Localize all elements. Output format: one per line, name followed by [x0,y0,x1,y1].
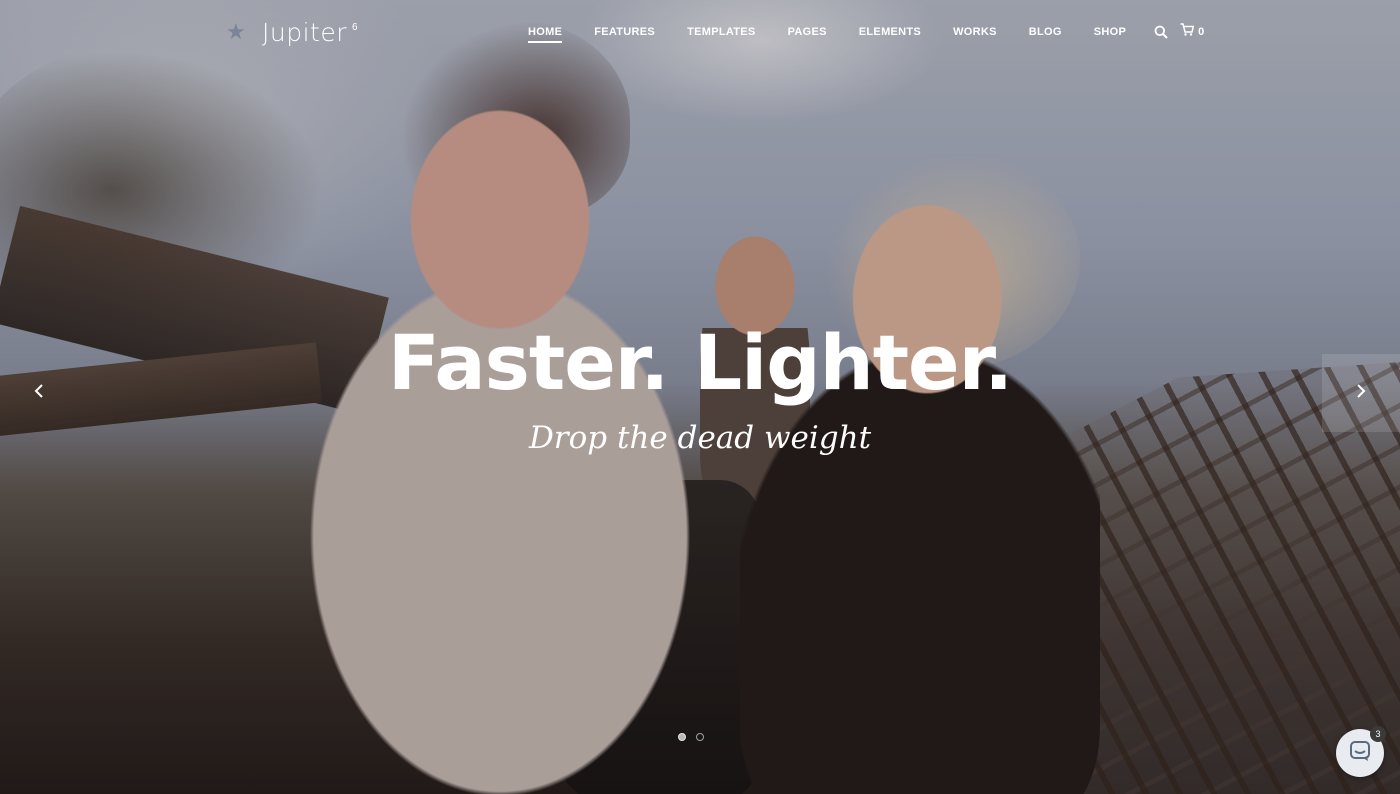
search-icon[interactable] [1154,20,1168,44]
nav-item-works[interactable]: WORKS [937,20,1013,44]
nav-item-blog[interactable]: BLOG [1013,20,1078,44]
cart-count: 0 [1198,26,1205,38]
slider-next-button[interactable] [1322,354,1400,432]
nav-item-pages[interactable]: PAGES [772,20,843,44]
nav-item-templates[interactable]: TEMPLATES [671,20,772,44]
chat-badge: 3 [1370,726,1386,742]
star-icon: ★ [226,19,246,44]
cart-button[interactable]: 0 [1180,20,1204,44]
slider-dot[interactable] [696,733,704,741]
chevron-right-icon [1356,383,1366,404]
slider-pagination [673,733,709,741]
slider-prev-button[interactable] [0,354,78,432]
logo[interactable]: ★ Jupiter 6 [226,16,358,48]
chat-icon [1349,740,1371,767]
nav-item-home[interactable]: HOME [512,20,578,44]
slider-dot[interactable] [678,733,686,741]
logo-text: Jupiter [262,17,347,47]
hero-headline: Faster. Lighter. [387,318,1013,407]
chevron-left-icon [34,383,44,404]
logo-version: 6 [352,22,358,33]
hero-subline: Drop the dead weight [528,420,872,456]
main-nav: HOME FEATURES TEMPLATES PAGES ELEMENTS W… [512,20,1204,44]
site-header: ★ Jupiter 6 HOME FEATURES TEMPLATES PAGE… [0,0,1400,64]
nav-item-elements[interactable]: ELEMENTS [843,20,937,44]
nav-item-features[interactable]: FEATURES [578,20,671,44]
nav-item-shop[interactable]: SHOP [1078,20,1142,44]
cart-icon [1180,23,1195,41]
